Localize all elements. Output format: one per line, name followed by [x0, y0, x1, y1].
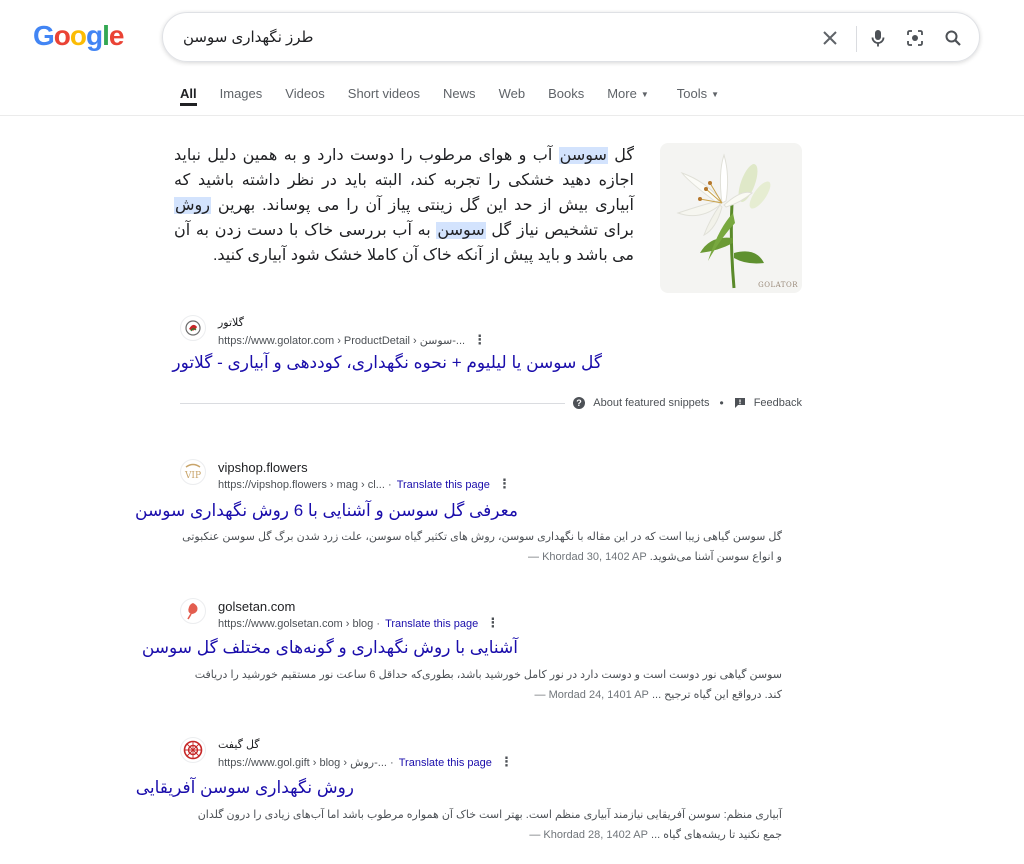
logo-letter: G — [33, 20, 55, 51]
tab-news[interactable]: News — [443, 86, 476, 106]
lily-flower-image[interactable]: GOLATOR — [660, 143, 802, 293]
search-divider — [856, 26, 857, 52]
search-box[interactable]: طرز نگهداری سوسن — [162, 12, 980, 62]
featured-result-title[interactable]: گل سوسن یا لیلیوم + نحوه نگهداری، کوددهی… — [172, 353, 602, 373]
site-name: گلاتور — [218, 317, 244, 329]
result-date: Khordad 28, 1402 AP — — [529, 829, 648, 841]
caret-down-icon: ▼ — [711, 90, 720, 100]
logo-letter: o — [69, 20, 87, 51]
result-title[interactable]: روش نگهداری سوسن آفریقایی — [136, 778, 354, 798]
result-title[interactable]: آشنایی با روش نگهداری و گونه‌های مختلف گ… — [142, 638, 518, 658]
more-options-icon[interactable]: ⋮ — [473, 332, 486, 348]
result-date: Khordad 30, 1402 AP — — [528, 551, 647, 563]
help-circle-icon[interactable]: ? — [573, 397, 586, 409]
result-snippet-text: آبیاری منظم: سوسن آفریقایی نیازمند آبیار… — [197, 809, 782, 841]
snippet-highlight: سوسن — [436, 222, 486, 239]
site-url: https://vipshop.flowers › mag › cl... · … — [218, 476, 511, 493]
tab-more-label: More — [607, 86, 637, 101]
search-icon[interactable] — [941, 26, 965, 50]
more-options-icon[interactable]: ⋮ — [500, 754, 513, 770]
separator-dot: • — [719, 396, 724, 410]
site-name: گل گیفت — [218, 739, 260, 751]
logo-letter: o — [53, 20, 71, 51]
translate-link[interactable]: Translate this page — [397, 479, 490, 491]
result-source[interactable]: VIP vipshop.flowers https://vipshop.flow… — [180, 459, 511, 493]
search-tabs: All Images Videos Short videos News Web … — [180, 86, 742, 106]
tab-tools-label: Tools — [676, 86, 708, 101]
result-source[interactable]: golsetan.com https://www.golsetan.com › … — [180, 598, 499, 632]
featured-snippet-text: گل سوسن آب و هوای مرطوب را دوست دارد و ب… — [174, 143, 634, 268]
golator-favicon-icon — [180, 315, 206, 341]
about-featured-snippets-link[interactable]: About featured snippets — [593, 397, 709, 409]
result-title[interactable]: معرفی گل سوسن و آشنایی با 6 روش نگهداری … — [135, 501, 518, 521]
site-name: golsetan.com — [218, 599, 296, 614]
tab-books[interactable]: Books — [548, 86, 584, 106]
camera-lens-icon[interactable] — [903, 26, 927, 50]
image-watermark: GOLATOR — [758, 281, 798, 289]
site-url-text: https://www.golator.com › ProductDetail … — [218, 335, 466, 347]
tab-more[interactable]: More ▼ — [607, 86, 649, 106]
snippet-text-part: گل — [607, 147, 634, 164]
result-snippet: گل سوسن گیاهی زیبا است که در این مقاله ب… — [180, 527, 782, 567]
vipshop-favicon-icon: VIP — [180, 459, 206, 485]
snippet-text-part: برای تشخیص نیاز گل — [485, 222, 634, 239]
translate-link[interactable]: Translate this page — [399, 757, 492, 769]
footer-links: ? About featured snippets • Feedback — [565, 396, 802, 410]
site-name: vipshop.flowers — [218, 460, 308, 475]
logo-letter: l — [102, 20, 110, 51]
result-snippet-text: گل سوسن گیاهی زیبا است که در این مقاله ب… — [182, 531, 782, 563]
logo-letter: g — [86, 20, 103, 51]
feedback-flag-icon[interactable] — [734, 397, 746, 409]
snippet-highlight: روش — [174, 197, 211, 214]
site-url-text: https://www.gol.gift › blog › روش-... · — [218, 757, 394, 769]
snippet-highlight: سوسن — [558, 147, 608, 164]
clear-icon[interactable] — [818, 26, 842, 50]
more-options-icon[interactable]: ⋮ — [486, 615, 499, 631]
site-url: https://www.golsetan.com › blog · Transl… — [218, 615, 499, 632]
svg-text:VIP: VIP — [184, 471, 201, 481]
tab-videos[interactable]: Videos — [285, 86, 325, 106]
svg-text:?: ? — [577, 398, 583, 408]
tab-all[interactable]: All — [180, 86, 197, 106]
tabs-divider — [0, 115, 1024, 116]
tab-web[interactable]: Web — [499, 86, 526, 106]
site-url-text: https://www.golsetan.com › blog · — [218, 618, 381, 630]
logo-letter: e — [108, 20, 125, 51]
tab-short-videos[interactable]: Short videos — [348, 86, 420, 106]
result-snippet: سوسن گیاهی نور دوست است و دوست دارد در ن… — [180, 665, 782, 705]
result-snippet-text: سوسن گیاهی نور دوست است و دوست دارد در ن… — [194, 669, 782, 701]
result-date: Mordad 24, 1401 AP — — [534, 689, 649, 701]
result-snippet: آبیاری منظم: سوسن آفریقایی نیازمند آبیار… — [180, 805, 782, 845]
featured-source[interactable]: گلاتور https://www.golator.com › Product… — [180, 315, 486, 349]
more-options-icon[interactable]: ⋮ — [498, 476, 511, 492]
search-input[interactable]: طرز نگهداری سوسن — [183, 28, 314, 46]
feedback-link[interactable]: Feedback — [754, 397, 802, 409]
site-url-text: https://vipshop.flowers › mag › cl... · — [218, 479, 392, 491]
tab-images[interactable]: Images — [220, 86, 263, 106]
result-source[interactable]: گل گیفت https://www.gol.gift › blog › رو… — [180, 737, 513, 771]
golsetan-favicon-icon — [180, 598, 206, 624]
site-url: https://www.gol.gift › blog › روش-... · … — [218, 754, 513, 771]
tab-tools[interactable]: Tools ▼ — [677, 86, 719, 106]
site-url: https://www.golator.com › ProductDetail … — [218, 332, 486, 349]
caret-down-icon: ▼ — [640, 90, 649, 100]
google-logo[interactable]: Google — [33, 20, 125, 52]
microphone-icon[interactable] — [866, 26, 890, 50]
golgift-favicon-icon — [180, 737, 206, 763]
translate-link[interactable]: Translate this page — [385, 618, 478, 630]
